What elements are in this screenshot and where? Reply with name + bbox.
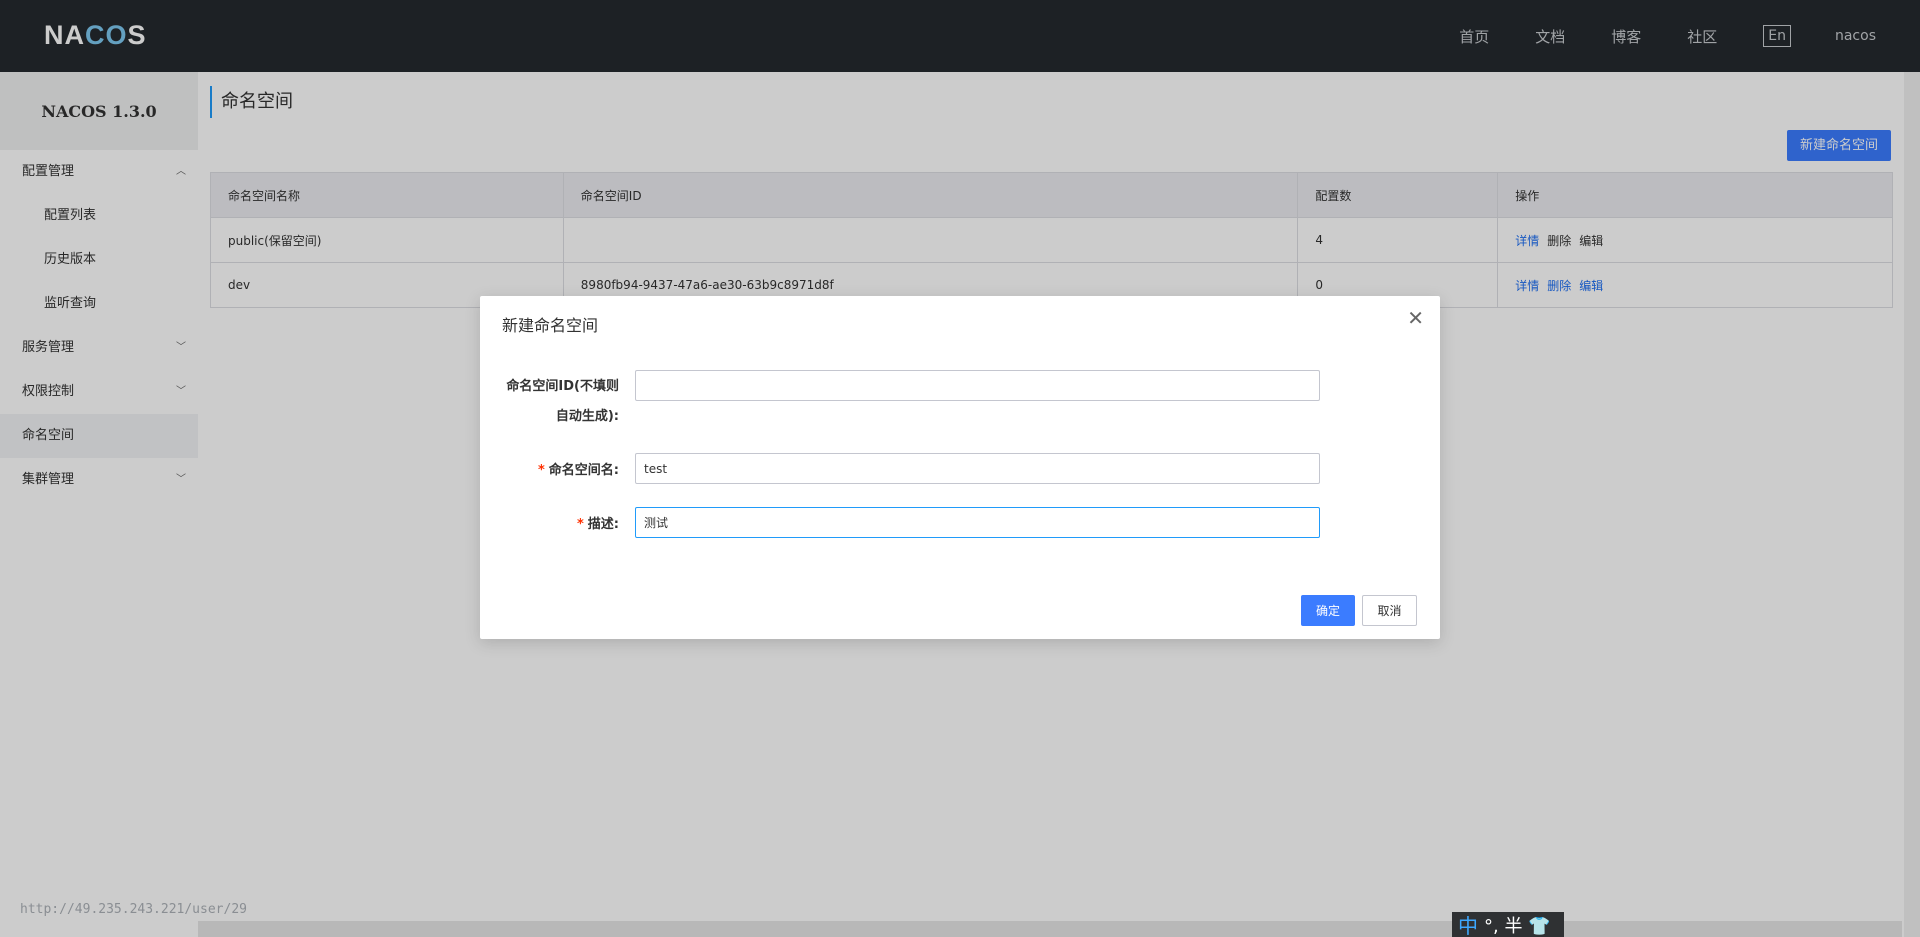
new-namespace-dialog: 新建命名空间 ✕ 命名空间ID(不填则 自动生成): *命名空间名: *描述: … xyxy=(480,296,1440,639)
namespace-name-input[interactable] xyxy=(635,453,1320,484)
ime-options[interactable]: °, 半 👕 xyxy=(1484,912,1551,937)
dialog-title: 新建命名空间 xyxy=(502,316,599,335)
required-mark: * xyxy=(537,463,545,478)
namespace-id-label: 命名空间ID(不填则 自动生成): xyxy=(506,372,619,432)
close-icon[interactable]: ✕ xyxy=(1407,308,1424,328)
namespace-name-label-text: 命名空间名: xyxy=(548,463,619,478)
ime-toolbar[interactable]: 中 °, 半 👕 xyxy=(1452,912,1564,937)
namespace-id-label-line1: 命名空间ID(不填则 xyxy=(506,379,619,394)
confirm-button[interactable]: 确定 xyxy=(1301,595,1355,626)
namespace-name-label: * 命名空间名: xyxy=(538,459,619,478)
status-bar-url: http://49.235.243.221/user/29 xyxy=(20,902,247,917)
required-mark: * xyxy=(576,517,584,532)
description-label-text: 描述: xyxy=(587,517,619,532)
description-label: * 描述: xyxy=(577,513,619,532)
namespace-id-label-line2: 自动生成): xyxy=(555,409,619,424)
cancel-button[interactable]: 取消 xyxy=(1362,595,1417,626)
namespace-id-input[interactable] xyxy=(635,370,1320,401)
ime-chinese-mode[interactable]: 中 xyxy=(1458,910,1478,937)
description-input[interactable] xyxy=(635,507,1320,538)
